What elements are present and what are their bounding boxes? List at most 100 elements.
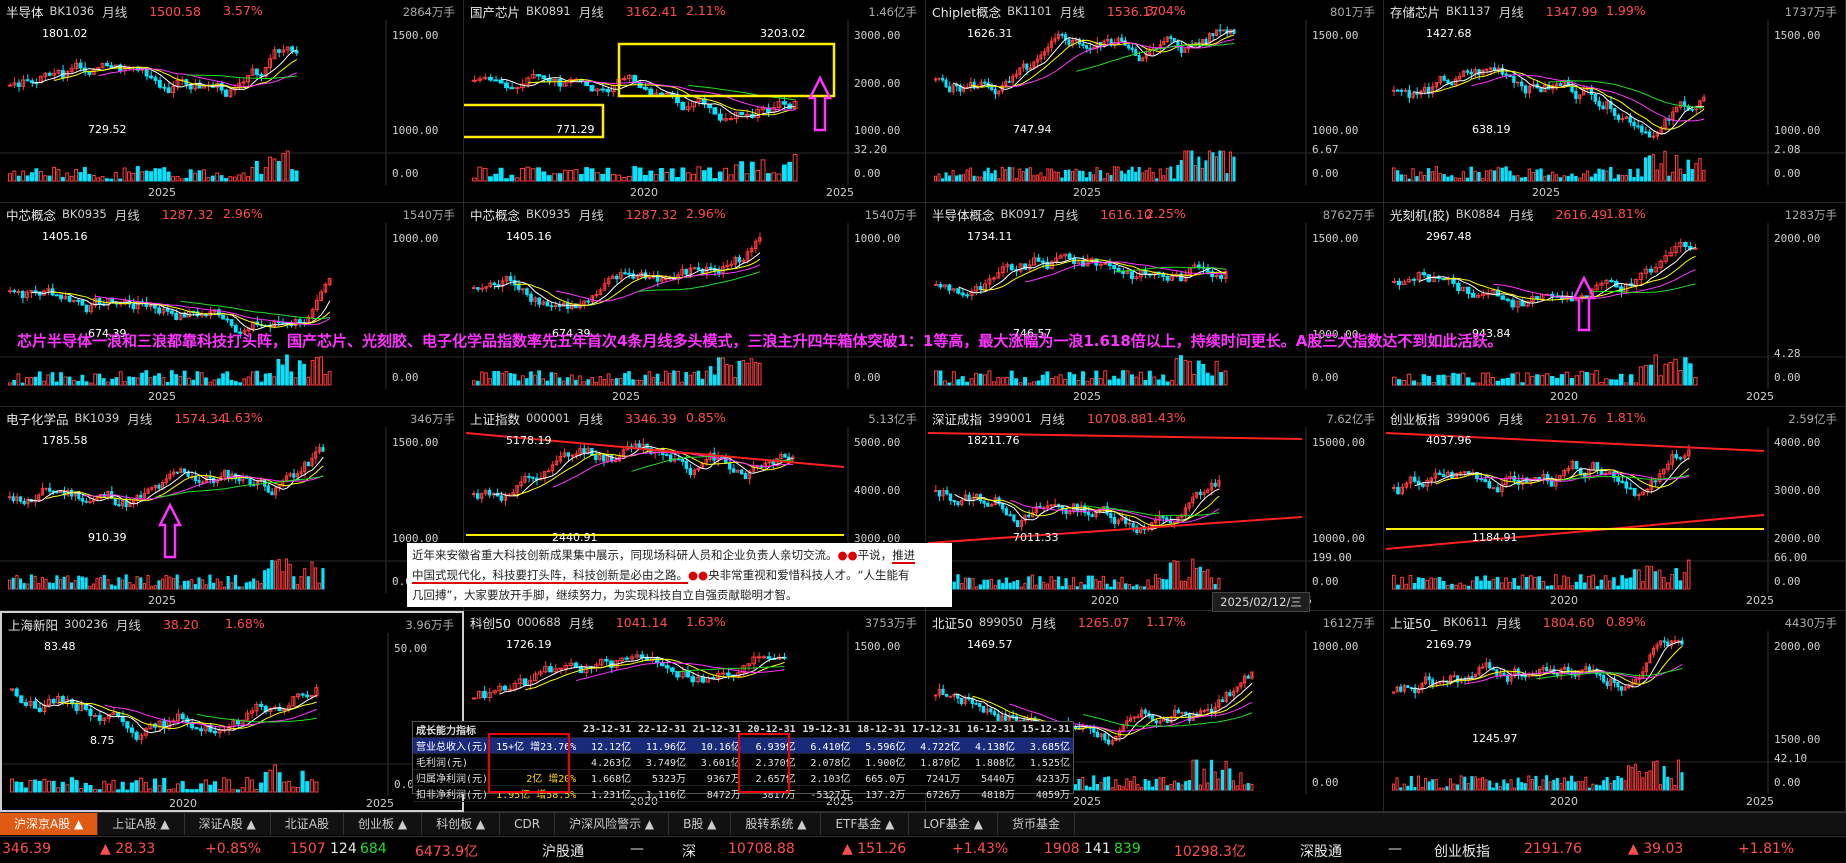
chart-panel[interactable]: Chiplet概念 BK1101 月线 1536.17 3.04% 801万手 1… bbox=[926, 0, 1384, 203]
volume-bar bbox=[938, 370, 943, 386]
chart-panel[interactable]: 中芯概念 BK0935 月线 1287.32 2.96% 1540万手 1000.… bbox=[0, 203, 464, 407]
volume-bar bbox=[314, 357, 319, 386]
volume-bar bbox=[653, 174, 659, 182]
volume-bar bbox=[246, 376, 251, 386]
market-tab[interactable]: LOF基金 ▲ bbox=[909, 813, 998, 835]
candle-body bbox=[229, 319, 234, 327]
candle-body bbox=[991, 277, 996, 280]
volume-bar bbox=[1519, 177, 1524, 182]
volume-bar bbox=[680, 167, 686, 182]
market-tab[interactable]: 深证A股 ▲ bbox=[185, 813, 271, 835]
volume-bar bbox=[472, 380, 476, 386]
table-cell: 5440万 bbox=[963, 769, 1019, 786]
market-tab[interactable]: 上证A股 ▲ bbox=[98, 813, 185, 835]
volume-bar bbox=[1641, 581, 1645, 590]
volume-bar bbox=[212, 582, 216, 590]
volume-bar bbox=[161, 578, 165, 590]
market-tab[interactable]: 创业板 ▲ bbox=[344, 813, 423, 835]
candle-body bbox=[531, 476, 535, 479]
volume-bar bbox=[1064, 578, 1068, 590]
chart-panel[interactable]: 上证50_ BK0611 月线 1804.60 0.89% 4430万手 2000… bbox=[1384, 611, 1846, 812]
market-tab[interactable]: 科创板 ▲ bbox=[422, 813, 501, 835]
volume-bar bbox=[1538, 786, 1542, 791]
volume-bar bbox=[1150, 585, 1154, 590]
volume-bar bbox=[1473, 776, 1477, 791]
volume-bar bbox=[1198, 784, 1203, 791]
chart-panel[interactable]: 电子化学品 BK1039 月线 1574.34 1.63% 346万手 1500.… bbox=[0, 407, 464, 611]
low-annotation: 1184.91 bbox=[1472, 531, 1518, 544]
date-stamp: 2025/02/12/三 bbox=[1212, 592, 1310, 612]
candle-body bbox=[472, 697, 477, 700]
volume-bar bbox=[562, 169, 568, 182]
volume-bar bbox=[1425, 579, 1429, 590]
candle-body bbox=[983, 81, 987, 84]
candle-body bbox=[948, 86, 952, 93]
ma-line bbox=[31, 291, 331, 331]
market-tab[interactable]: 沪深京A股 ▲ bbox=[0, 813, 99, 835]
volume-bar bbox=[684, 372, 688, 386]
candle-body bbox=[1040, 260, 1045, 263]
volume-bar bbox=[598, 375, 603, 386]
volume-bar bbox=[934, 175, 938, 182]
chart-panel[interactable]: 创业板指 399006 月线 2191.76 1.81% 2.59亿手 4000.… bbox=[1384, 407, 1846, 611]
market-tab[interactable]: 货币基金 bbox=[998, 813, 1075, 835]
volume-bar bbox=[162, 777, 167, 793]
news-line-2b: 央非常重视和爱惜科技人才。“人生能有 bbox=[708, 568, 910, 582]
ticker-sz-price: 10708.88 bbox=[728, 841, 795, 857]
volume-bar bbox=[1018, 168, 1022, 182]
volume-bar bbox=[1616, 174, 1621, 182]
candle-body bbox=[937, 490, 941, 497]
volume-bar bbox=[1139, 586, 1143, 590]
chart-panel[interactable]: 光刻机(胶) BK0884 月线 2616.49 1.81% 1283万手 200… bbox=[1384, 203, 1846, 407]
volume-bar bbox=[66, 575, 70, 590]
candle-body bbox=[756, 656, 762, 659]
candle-body bbox=[1570, 85, 1574, 92]
candle-body bbox=[120, 715, 125, 723]
candle-body bbox=[647, 276, 652, 279]
chart-panel[interactable]: 半导体 BK1036 月线 1500.58 3.57% 2864万手 1500.0… bbox=[0, 0, 464, 203]
volume-tick-label: 2.08 bbox=[1774, 143, 1801, 156]
volume-bar bbox=[1678, 168, 1683, 182]
volume-bar bbox=[619, 377, 623, 386]
volume-bar bbox=[1423, 174, 1427, 182]
volume-bar bbox=[1441, 580, 1446, 590]
volume-bar bbox=[1516, 777, 1520, 791]
volume-bar bbox=[1165, 167, 1169, 182]
market-tab[interactable]: 北证A股 bbox=[271, 813, 345, 835]
table-cell: 2.078亿 bbox=[798, 753, 854, 770]
candle-body bbox=[934, 490, 938, 493]
volume-bar bbox=[1085, 177, 1089, 182]
chart-panel[interactable]: 深证成指 399001 月线 10708.88 1.43% 7.62亿手 1500… bbox=[926, 407, 1384, 611]
volume-bar bbox=[1485, 170, 1489, 182]
chart-panel[interactable]: 半导体概念 BK0917 月线 1616.10 2.25% 8762万手 1500… bbox=[926, 203, 1384, 407]
candle-body bbox=[766, 656, 772, 659]
volume-bar bbox=[74, 780, 79, 793]
volume-bar bbox=[1407, 178, 1411, 182]
market-tab[interactable]: ETF基金 ▲ bbox=[821, 813, 910, 835]
market-tab[interactable]: 股转系统 ▲ bbox=[731, 813, 822, 835]
volume-bar bbox=[723, 167, 729, 182]
market-tab[interactable]: 沪深风险警示 ▲ bbox=[555, 813, 670, 835]
table-cell: 3.749亿 bbox=[634, 753, 689, 770]
table-cell: 5.596亿 bbox=[853, 737, 909, 754]
market-tab[interactable]: CDR bbox=[500, 813, 556, 835]
candle-body bbox=[934, 283, 938, 286]
chart-panel[interactable]: 中芯概念 BK0935 月线 1287.32 2.96% 1540万手 1000.… bbox=[464, 203, 926, 407]
candle-body bbox=[1636, 125, 1640, 128]
volume-bar bbox=[1071, 577, 1076, 590]
candle-body bbox=[1627, 686, 1631, 689]
volume-bar bbox=[729, 365, 733, 386]
chart-panel[interactable]: 存储芯片 BK1137 月线 1347.99 1.99% 1737万手 1500.… bbox=[1384, 0, 1846, 203]
volume-tick-label: 0.00 bbox=[1312, 776, 1339, 789]
volume-bar bbox=[1523, 177, 1528, 182]
market-tab[interactable]: B股 ▲ bbox=[669, 813, 732, 835]
volume-bar bbox=[294, 170, 299, 182]
candle-body bbox=[737, 257, 742, 263]
candle-body bbox=[1067, 253, 1072, 260]
candle-body bbox=[1566, 666, 1570, 674]
volume-bar bbox=[1461, 372, 1466, 386]
chart-panel[interactable]: 上海新阳 300236 月线 38.20 1.68% 3.96万手 50.00 0.… bbox=[0, 611, 464, 812]
volume-bar bbox=[1137, 167, 1141, 182]
chart-panel[interactable]: 国产芯片 BK0891 月线 3162.41 2.11% 1.46亿手 3000.… bbox=[464, 0, 926, 203]
volume-tick-label: 0.00 bbox=[1312, 575, 1339, 588]
